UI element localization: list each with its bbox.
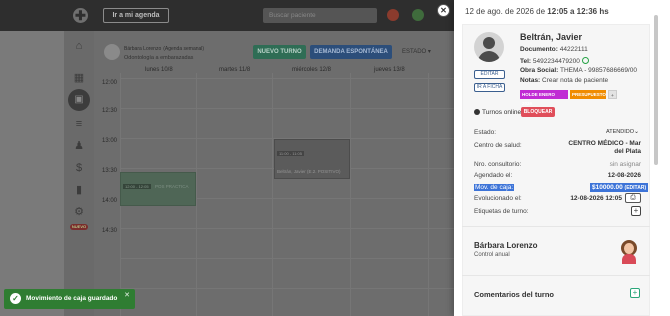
cash-value[interactable]: $10000.00 (EDITAR) [590,183,649,192]
patient-notes: Notas: Crear nota de paciente [520,77,609,84]
appointment-time: 12:00 - 12:05 [123,184,151,189]
scheduled-label: Agendado el: [474,172,513,179]
agenda-icon[interactable]: ▣ [68,89,90,111]
edit-patient-button[interactable]: EDITAR [474,70,505,79]
add-comment-button[interactable]: + [630,288,640,298]
list-icon[interactable]: ≡ [72,119,86,130]
calendar-icon[interactable]: ▦ [72,73,86,84]
patients-icon[interactable]: ♟ [72,141,86,152]
chevron-down-icon: ⌄ [633,129,639,135]
cash-label: Mov. de caja: [474,184,515,191]
online-appointments-label: Turnos online [474,109,521,116]
health-center-label: Centro de salud: [474,142,522,149]
patient-tag: HOLDE ENERO 2026 [520,90,568,106]
patient-tag: PRESUPUESTO [570,90,606,99]
evolved-label: Evolucionado el: [474,195,522,202]
row-divider [120,108,454,109]
day-header: lunes 10/8 [145,67,173,73]
success-toast: ✓ Movimiento de caja guardado ✕ [4,289,135,309]
row-divider [120,288,454,289]
patient-avatar [474,32,504,62]
status-select[interactable]: ATENDIDO ⌄ [598,127,641,138]
add-appointment-tag-button[interactable]: + [631,206,641,216]
professional-name: Bárbara Lorenzo (Agenda semanal) [124,46,205,52]
time-label: 12:00 [102,80,118,86]
appointment-text: Beltrán, Javier (E.2. POSITIVO) [277,169,341,174]
finance-icon[interactable]: $ [72,163,86,174]
column-divider [272,73,273,316]
print-icon[interactable]: ⎙ [625,193,641,203]
appointment-card[interactable]: 12:00 - 12:05 POS PRACTICA [120,172,196,206]
user-status-icon[interactable] [412,9,424,21]
appointment-card[interactable]: 11:00 - 11:05 Beltrán, Javier (E.2. POSI… [274,139,350,179]
spontaneous-demand-button[interactable]: DEMANDA ESPONTÁNEA [310,45,392,59]
office-value: sin asignar [609,161,641,168]
time-label: 13:00 [102,138,118,144]
close-icon[interactable]: ✕ [124,291,130,299]
app-logo-icon[interactable]: ✚ [73,8,88,23]
patient-document: Documento: 44222111 [520,46,588,53]
home-icon[interactable]: ⌂ [72,41,86,52]
patient-name: Beltrán, Javier [520,32,583,42]
block-button[interactable]: BLOQUEAR [521,107,555,117]
patient-insurance: Obra Social: THEMA - 99857686669/00 [520,67,637,74]
health-center-value: CENTRO MÉDICO - Mar del Plata [568,140,641,155]
check-icon: ✓ [10,293,21,304]
whatsapp-icon[interactable] [581,57,589,64]
drawer-title: 12 de ago. de 2026 de 12:05 a 12:36 hs [465,7,609,16]
close-drawer-button[interactable]: ✕ [437,4,450,17]
go-to-agenda-button[interactable]: Ir a mi agenda [103,8,169,23]
comments-title: Comentarios del turno [474,290,555,299]
row-divider [120,258,454,259]
settings-icon[interactable]: ⚙ [72,207,86,218]
sidebar: ⌂ ▦ ▣ ≡ ♟ $ ▮ ⚙ NUEVO [64,31,94,316]
create-note-link[interactable]: Crear nota de paciente [542,77,608,84]
status-filter[interactable]: ESTADO ▾ [402,48,431,55]
stats-icon[interactable]: ▮ [72,185,86,196]
new-appointment-button[interactable]: NUEVO TURNO [253,45,306,59]
professional-avatar [104,44,120,60]
row-divider [120,228,454,229]
day-header: miércoles 12/8 [292,67,332,73]
patient-phone: Tel: 5492234479200 [520,57,589,65]
new-badge: NUEVO [70,224,88,230]
column-divider [196,73,197,316]
column-divider [350,73,351,316]
row-divider [120,78,454,79]
time-label: 12:30 [102,108,118,114]
appointment-text: POS PRACTICA [155,184,189,189]
appointment-tags-label: Etiquetas de turno: [474,208,529,215]
day-header: jueves 13/8 [374,67,405,73]
professional-name: Bárbara Lorenzo [474,241,538,250]
evolved-value: 12-08-2026 12:05 [570,195,622,202]
patient-record-button[interactable]: IR A FICHA [474,83,505,92]
professional-specialty: Odontología a embarazadas [124,55,194,61]
office-label: Nro. consultorio: [474,161,522,168]
drawer-scrollbar[interactable] [654,15,658,165]
column-divider [428,73,429,316]
professional-avatar [620,240,638,264]
add-tag-button[interactable]: + [608,90,617,99]
toast-message: Movimiento de caja guardado [26,295,118,302]
status-label: Estado: [474,129,497,136]
notification-icon[interactable] [387,9,399,21]
appointment-time: 11:00 - 11:05 [277,151,304,156]
globe-icon [474,109,480,115]
section-divider [462,275,650,276]
time-label: 14:30 [102,228,118,234]
day-header: martes 11/8 [219,67,251,73]
time-label: 13:30 [102,168,118,174]
professional-subtitle: Control anual [474,252,510,258]
patient-search-input[interactable]: Buscar paciente [263,8,377,23]
section-divider [462,226,650,227]
time-label: 14:00 [102,198,118,204]
scheduled-value: 12-08-2026 [607,172,641,179]
